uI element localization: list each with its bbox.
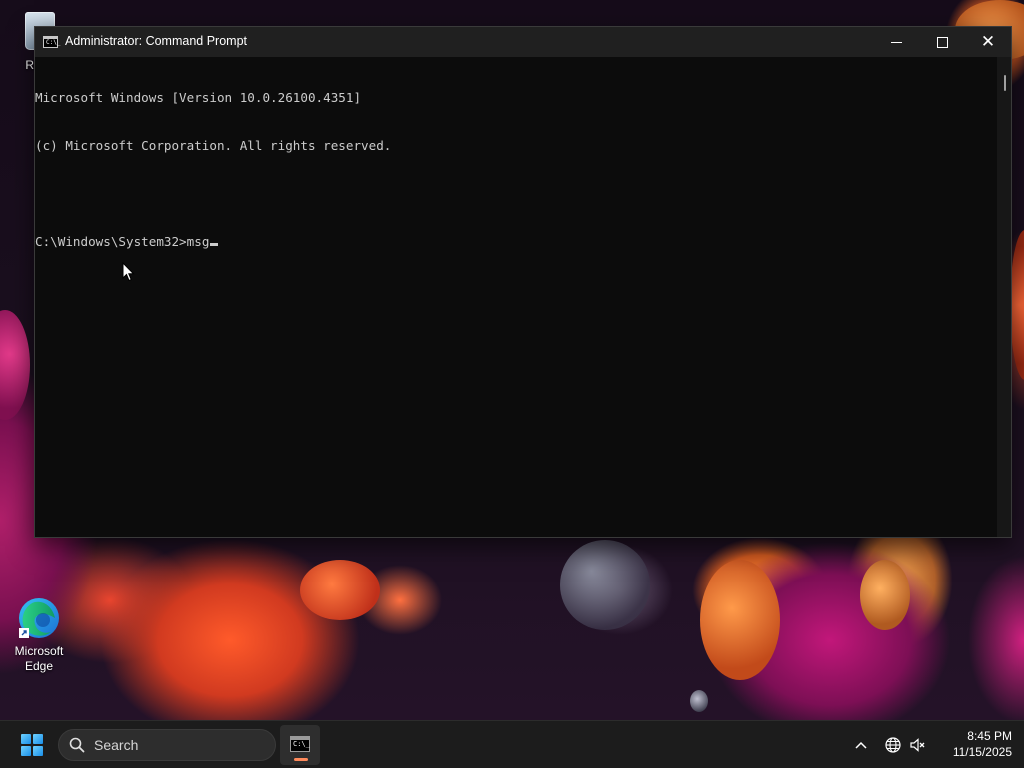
maximize-icon xyxy=(936,36,948,48)
search-placeholder: Search xyxy=(94,737,139,753)
taskbar: Search C:\_ 8:45 PM 11/15/2025 xyxy=(0,720,1024,768)
clock-time: 8:45 PM xyxy=(967,729,1012,743)
volume-tray-button[interactable] xyxy=(907,733,929,757)
window-title: Administrator: Command Prompt xyxy=(65,34,248,48)
microsoft-edge-label: Microsoft Edge xyxy=(14,644,64,673)
mouse-pointer-icon xyxy=(122,262,135,282)
show-hidden-icons-button[interactable] xyxy=(850,733,872,757)
network-tray-button[interactable] xyxy=(882,733,904,757)
title-bar[interactable]: C:\_ Administrator: Command Prompt ✕ xyxy=(35,27,1011,57)
chevron-up-icon xyxy=(855,741,867,749)
minimize-button[interactable] xyxy=(873,27,919,57)
taskbar-search-box[interactable]: Search xyxy=(58,729,276,761)
taskbar-clock[interactable]: 8:45 PM 11/15/2025 xyxy=(936,728,1012,760)
console-prompt-line[interactable]: C:\Windows\System32>msg xyxy=(35,234,997,250)
close-icon: ✕ xyxy=(980,31,996,52)
minimize-icon xyxy=(890,41,902,43)
console-output[interactable]: Microsoft Windows [Version 10.0.26100.43… xyxy=(35,57,997,537)
command-prompt-window[interactable]: C:\_ Administrator: Command Prompt ✕ Mic… xyxy=(34,26,1012,538)
console-typed-text: msg xyxy=(186,234,210,249)
globe-network-icon xyxy=(885,737,901,753)
console-line: (c) Microsoft Corporation. All rights re… xyxy=(35,138,392,153)
windows-logo-icon xyxy=(21,734,43,756)
maximize-button[interactable] xyxy=(919,27,965,57)
active-app-indicator xyxy=(294,758,308,761)
text-cursor xyxy=(210,243,219,246)
start-button[interactable] xyxy=(12,729,52,761)
volume-muted-icon xyxy=(910,738,925,752)
microsoft-edge-desktop-icon[interactable]: Microsoft Edge xyxy=(4,594,74,674)
edge-icon xyxy=(15,594,63,642)
console-line: Microsoft Windows [Version 10.0.26100.43… xyxy=(35,90,362,105)
cmd-icon: C:\_ xyxy=(43,36,60,48)
console-prompt: C:\Windows\System32> xyxy=(35,234,187,249)
cmd-icon: C:\_ xyxy=(290,736,310,752)
scroll-thumb[interactable] xyxy=(1004,75,1006,91)
clock-date: 11/15/2025 xyxy=(952,745,1012,759)
search-icon xyxy=(69,737,85,753)
close-button[interactable]: ✕ xyxy=(965,27,1011,57)
vertical-scrollbar[interactable] xyxy=(997,57,1011,537)
